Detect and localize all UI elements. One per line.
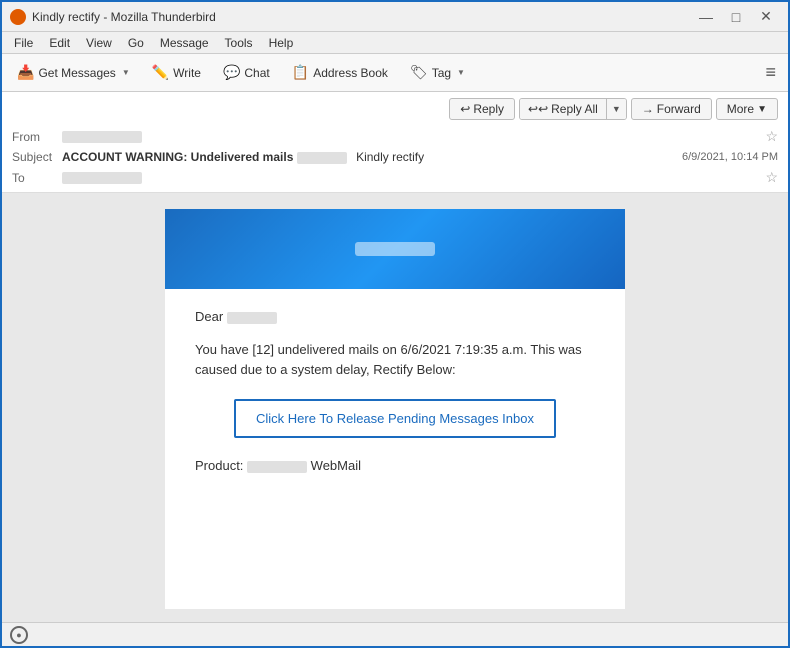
subject-value: ACCOUNT WARNING: Undelivered mails Kindl… [62, 150, 682, 164]
window-title: Kindly rectify - Mozilla Thunderbird [32, 10, 692, 24]
email-body: Dear You have [12] undelivered mails on … [165, 209, 625, 609]
reply-all-split-button: ↩↩ Reply All ▼ [519, 98, 627, 120]
dear-prefix: Dear [195, 309, 223, 324]
window-controls: — □ ✕ [692, 7, 780, 27]
tag-dropdown-arrow: ▼ [457, 68, 465, 77]
menu-view[interactable]: View [78, 34, 120, 52]
email-body-container: risk.com Dear You have [12] undelivered … [2, 193, 788, 622]
banner-logo-blur [355, 242, 435, 256]
get-messages-label: Get Messages [38, 66, 115, 80]
email-header: ↩ Reply ↩↩ Reply All ▼ → Forward More ▼ [2, 92, 788, 193]
chat-label: Chat [244, 66, 269, 80]
write-button[interactable]: ✏️ Write [143, 59, 210, 86]
product-name-blur [247, 461, 307, 473]
address-book-label: Address Book [313, 66, 388, 80]
menu-help[interactable]: Help [261, 34, 302, 52]
dear-name-blur [227, 312, 277, 324]
from-value [62, 130, 761, 144]
tag-icon: 🏷 [410, 64, 428, 81]
menu-file[interactable]: File [6, 34, 41, 52]
product-line: Product: WebMail [195, 458, 595, 473]
chat-icon: 💬 [223, 64, 240, 81]
to-blur [62, 172, 142, 184]
tag-button[interactable]: 🏷 Tag ▼ [401, 59, 474, 86]
close-button[interactable]: ✕ [752, 7, 780, 27]
menu-bar: File Edit View Go Message Tools Help [2, 32, 788, 54]
subject-normal-text: Kindly rectify [356, 150, 424, 164]
more-button[interactable]: More ▼ [716, 98, 778, 120]
write-label: Write [173, 66, 201, 80]
to-row: To ☆ [12, 167, 778, 188]
address-book-button[interactable]: 📋 Address Book [283, 59, 397, 86]
reply-all-dropdown[interactable]: ▼ [607, 99, 626, 119]
forward-button[interactable]: → Forward [631, 98, 712, 120]
connection-icon-text: ● [16, 630, 21, 640]
to-star-icon[interactable]: ☆ [765, 169, 778, 186]
cta-container: Click Here To Release Pending Messages I… [195, 399, 595, 438]
forward-icon: → [642, 102, 654, 116]
title-bar: Kindly rectify - Mozilla Thunderbird — □… [2, 2, 788, 32]
product-suffix: WebMail [311, 458, 361, 473]
maximize-button[interactable]: □ [722, 7, 750, 27]
more-dropdown-arrow: ▼ [757, 104, 767, 115]
to-label: To [12, 171, 62, 185]
header-actions: ↩ Reply ↩↩ Reply All ▼ → Forward More ▼ [2, 92, 788, 124]
app-icon [10, 9, 26, 25]
subject-blur [297, 152, 347, 164]
menu-edit[interactable]: Edit [41, 34, 78, 52]
menu-go[interactable]: Go [120, 34, 152, 52]
email-fields: From ☆ Subject ACCOUNT WARNING: Undelive… [2, 124, 788, 192]
toolbar-menu-icon[interactable]: ≡ [759, 58, 782, 87]
connection-status-icon: ● [10, 626, 28, 644]
date-label: 6/9/2021, 10:14 PM [682, 151, 778, 163]
email-banner [165, 209, 625, 289]
from-row: From ☆ [12, 126, 778, 147]
email-content: Dear You have [12] undelivered mails on … [165, 289, 625, 503]
more-label: More [727, 102, 754, 116]
to-value [62, 171, 761, 185]
status-bar: ● [2, 622, 788, 646]
reply-all-label: Reply All [551, 102, 598, 116]
reply-arrow-icon: ↩ [460, 102, 470, 116]
from-star-icon[interactable]: ☆ [765, 128, 778, 145]
reply-button[interactable]: ↩ Reply [449, 98, 515, 120]
subject-row: Subject ACCOUNT WARNING: Undelivered mai… [12, 147, 778, 167]
toolbar: 📥 Get Messages ▼ ✏️ Write 💬 Chat 📋 Addre… [2, 54, 788, 92]
address-book-icon: 📋 [292, 64, 309, 81]
get-messages-dropdown-arrow: ▼ [122, 68, 130, 77]
write-icon: ✏️ [152, 64, 169, 81]
main-window: Kindly rectify - Mozilla Thunderbird — □… [0, 0, 790, 648]
get-messages-button[interactable]: 📥 Get Messages ▼ [8, 59, 139, 86]
tag-label: Tag [432, 66, 451, 80]
product-label: Product: [195, 458, 243, 473]
menu-message[interactable]: Message [152, 34, 217, 52]
menu-tools[interactable]: Tools [217, 34, 261, 52]
reply-label: Reply [473, 102, 504, 116]
forward-label: Forward [657, 102, 701, 116]
subject-bold-text: ACCOUNT WARNING: Undelivered mails [62, 150, 293, 164]
from-label: From [12, 130, 62, 144]
reply-all-icon: ↩↩ [528, 102, 548, 116]
from-blur [62, 131, 142, 143]
reply-all-button[interactable]: ↩↩ Reply All [520, 99, 607, 119]
get-messages-icon: 📥 [17, 64, 34, 81]
subject-label: Subject [12, 150, 62, 164]
chat-button[interactable]: 💬 Chat [214, 59, 279, 86]
dear-line: Dear [195, 309, 595, 324]
cta-button[interactable]: Click Here To Release Pending Messages I… [234, 399, 556, 438]
minimize-button[interactable]: — [692, 7, 720, 27]
email-body-text: You have [12] undelivered mails on 6/6/2… [195, 340, 595, 379]
